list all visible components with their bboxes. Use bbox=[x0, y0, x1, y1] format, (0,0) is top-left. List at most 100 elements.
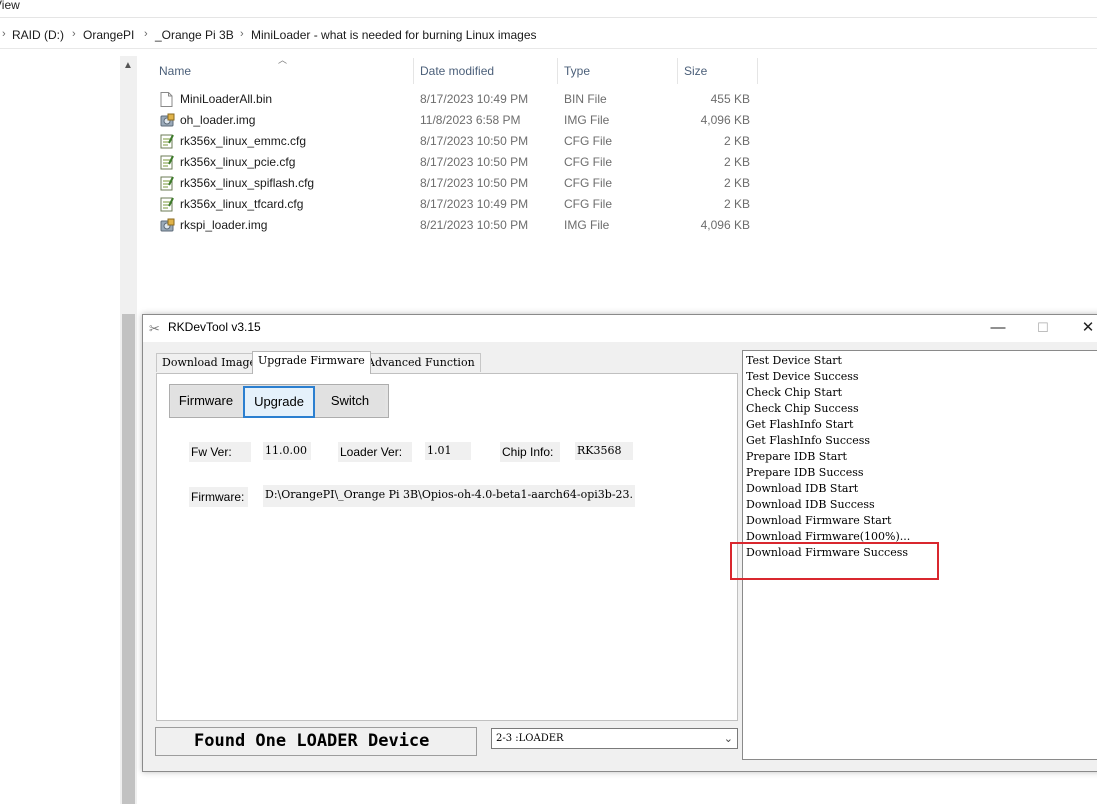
config-file-icon bbox=[160, 155, 174, 170]
loader-ver-label: Loader Ver: bbox=[338, 442, 412, 462]
breadcrumb-item[interactable]: _Orange Pi 3B bbox=[155, 28, 234, 42]
log-line: Test Device Start bbox=[746, 354, 842, 367]
log-line: Download IDB Start bbox=[746, 482, 859, 495]
maximize-button[interactable]: ☐ bbox=[1020, 317, 1066, 339]
tab-upgrade-firmware[interactable]: Upgrade Firmware bbox=[252, 351, 371, 374]
chevron-down-icon[interactable]: ⌄ bbox=[724, 729, 733, 748]
file-date: 11/8/2023 6:58 PM bbox=[420, 113, 521, 127]
file-icon bbox=[160, 92, 173, 107]
scroll-up-icon[interactable]: ▲ bbox=[123, 60, 133, 71]
device-select[interactable]: 2-3 :LOADER ⌄ bbox=[491, 728, 738, 749]
action-button-group: Firmware Upgrade Switch bbox=[169, 384, 389, 418]
file-type: IMG File bbox=[564, 218, 610, 232]
tools-icon: ✂ bbox=[149, 321, 160, 336]
column-header-size[interactable]: Size bbox=[684, 64, 707, 78]
column-divider[interactable] bbox=[757, 58, 758, 84]
column-divider[interactable] bbox=[413, 58, 414, 84]
file-type: CFG File bbox=[564, 197, 612, 211]
file-row[interactable]: MiniLoaderAll.bin 8/17/2023 10:49 PM BIN F… bbox=[158, 89, 758, 110]
breadcrumb-item[interactable]: RAID (D:) bbox=[12, 28, 64, 42]
log-line: Check Chip Success bbox=[746, 402, 859, 415]
upgrade-firmware-panel: Firmware Upgrade Switch Fw Ver: 11.0.00 … bbox=[156, 373, 738, 721]
navigation-pane bbox=[0, 50, 120, 804]
firmware-button[interactable]: Firmware bbox=[171, 386, 241, 416]
nav-scrollbar[interactable]: ▲ bbox=[120, 56, 137, 804]
file-type: CFG File bbox=[564, 176, 612, 190]
file-date: 8/17/2023 10:50 PM bbox=[420, 155, 529, 169]
log-line: Download Firmware Start bbox=[746, 514, 892, 527]
tab-download-image[interactable]: Download Image bbox=[156, 353, 263, 372]
window-title: RKDevTool v3.15 bbox=[168, 320, 261, 334]
scrollbar-thumb[interactable] bbox=[122, 314, 135, 804]
file-name: rk356x_linux_spiflash.cfg bbox=[180, 176, 315, 190]
file-size: 2 KB bbox=[723, 197, 750, 211]
firmware-path: D:\OrangePI\_Orange Pi 3B\Opios-oh-4.0-b… bbox=[263, 485, 635, 507]
file-date: 8/17/2023 10:50 PM bbox=[420, 176, 529, 190]
column-divider[interactable] bbox=[557, 58, 558, 84]
file-size: 4,096 KB bbox=[700, 113, 750, 127]
close-button[interactable]: ✕ bbox=[1065, 317, 1097, 339]
file-name: oh_loader.img bbox=[180, 113, 256, 127]
loader-ver-value: 1.01 bbox=[425, 442, 471, 460]
file-size: 2 KB bbox=[723, 176, 750, 190]
chevron-right-icon: › bbox=[72, 28, 76, 40]
column-header-type[interactable]: Type bbox=[564, 64, 590, 78]
log-line: Test Device Success bbox=[746, 370, 859, 383]
file-date: 8/21/2023 10:50 PM bbox=[420, 218, 529, 232]
file-row[interactable]: rk356x_linux_emmc.cfg 8/17/2023 10:50 PM C… bbox=[158, 131, 758, 152]
switch-button[interactable]: Switch bbox=[315, 386, 385, 416]
chevron-right-icon: › bbox=[2, 28, 6, 40]
file-row[interactable]: rkspi_loader.img 8/21/2023 10:50 PM IMG Fi… bbox=[158, 215, 758, 236]
highlight-annotation bbox=[730, 542, 939, 580]
breadcrumb-item[interactable]: MiniLoader - what is needed for burning … bbox=[251, 28, 537, 42]
file-name: rkspi_loader.img bbox=[180, 218, 268, 232]
file-type: CFG File bbox=[564, 134, 612, 148]
file-size: 4,096 KB bbox=[700, 218, 750, 232]
ribbon-tab-view[interactable]: View bbox=[0, 0, 20, 12]
column-header-name[interactable]: Name bbox=[159, 64, 191, 78]
status-text: Found One LOADER Device bbox=[194, 731, 430, 751]
log-line: Prepare IDB Success bbox=[746, 466, 864, 479]
ribbon-bar: View bbox=[0, 0, 1097, 18]
file-size: 455 KB bbox=[710, 92, 750, 106]
address-bar[interactable]: › RAID (D:) › OrangePI › _Orange Pi 3B ›… bbox=[0, 24, 1097, 49]
file-row[interactable]: rk356x_linux_pcie.cfg 8/17/2023 10:50 PM C… bbox=[158, 152, 758, 173]
file-name: rk356x_linux_pcie.cfg bbox=[180, 155, 296, 169]
fw-ver-label: Fw Ver: bbox=[189, 442, 251, 462]
file-size: 2 KB bbox=[723, 155, 750, 169]
column-header-date[interactable]: Date modified bbox=[420, 64, 494, 78]
log-line: Get FlashInfo Start bbox=[746, 418, 854, 431]
file-type: CFG File bbox=[564, 155, 612, 169]
config-file-icon bbox=[160, 197, 174, 212]
file-row[interactable]: rk356x_linux_tfcard.cfg 8/17/2023 10:49 P… bbox=[158, 194, 758, 215]
rkdevtool-window: ✂ RKDevTool v3.15 — ☐ ✕ Download Image U… bbox=[142, 314, 1097, 772]
file-name: rk356x_linux_tfcard.cfg bbox=[180, 197, 304, 211]
upgrade-button[interactable]: Upgrade bbox=[243, 386, 315, 418]
file-size: 2 KB bbox=[723, 134, 750, 148]
chevron-right-icon: › bbox=[144, 28, 148, 40]
device-select-value: 2-3 :LOADER bbox=[496, 733, 564, 744]
file-date: 8/17/2023 10:50 PM bbox=[420, 134, 529, 148]
fw-ver-value: 11.0.00 bbox=[263, 442, 311, 460]
file-date: 8/17/2023 10:49 PM bbox=[420, 197, 529, 211]
disk-image-icon bbox=[160, 218, 175, 233]
chip-info-value: RK3568 bbox=[575, 442, 633, 460]
device-status: Found One LOADER Device bbox=[155, 727, 477, 756]
file-row[interactable]: rk356x_linux_spiflash.cfg 8/17/2023 10:50… bbox=[158, 173, 758, 194]
sort-ascending-icon: ︿ bbox=[278, 55, 288, 65]
config-file-icon bbox=[160, 134, 174, 149]
minimize-button[interactable]: — bbox=[975, 317, 1021, 339]
chip-info-label: Chip Info: bbox=[500, 442, 560, 462]
tab-advanced-function[interactable]: Advanced Function bbox=[361, 353, 481, 372]
firmware-label: Firmware: bbox=[189, 487, 248, 507]
log-line: Prepare IDB Start bbox=[746, 450, 847, 463]
disk-image-icon bbox=[160, 113, 175, 128]
chevron-right-icon: › bbox=[240, 28, 244, 40]
file-type: IMG File bbox=[564, 113, 610, 127]
log-line: Check Chip Start bbox=[746, 386, 843, 399]
title-bar[interactable]: ✂ RKDevTool v3.15 — ☐ ✕ bbox=[143, 315, 1097, 342]
file-row[interactable]: oh_loader.img 11/8/2023 6:58 PM IMG File 4,… bbox=[158, 110, 758, 131]
file-type: BIN File bbox=[564, 92, 607, 106]
breadcrumb-item[interactable]: OrangePI bbox=[83, 28, 134, 42]
column-divider[interactable] bbox=[677, 58, 678, 84]
